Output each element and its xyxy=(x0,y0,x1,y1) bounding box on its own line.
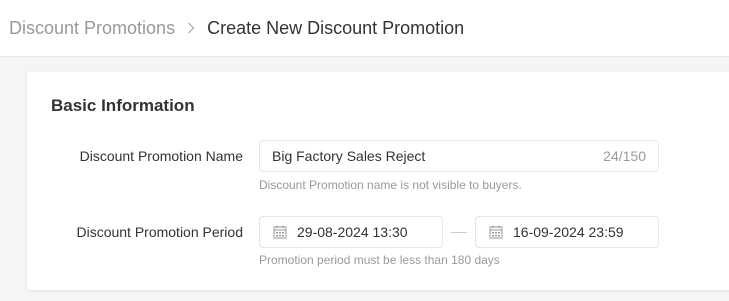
promotion-period-help: Promotion period must be less than 180 d… xyxy=(259,253,500,267)
start-date-picker[interactable]: 29-08-2024 13:30 xyxy=(259,216,443,248)
basic-information-card: Basic Information Discount Promotion Nam… xyxy=(27,72,729,290)
promotion-name-value: Big Factory Sales Reject xyxy=(272,148,426,164)
promotion-period-label: Discount Promotion Period xyxy=(76,224,243,240)
calendar-icon xyxy=(489,225,503,239)
promotion-name-help: Discount Promotion name is not visible t… xyxy=(259,178,522,192)
page-title: Create New Discount Promotion xyxy=(207,17,465,38)
start-date-value: 29-08-2024 13:30 xyxy=(297,224,408,240)
calendar-icon xyxy=(273,225,287,239)
breadcrumb: Discount Promotions Create New Discount … xyxy=(0,0,729,57)
promotion-name-label: Discount Promotion Name xyxy=(79,148,243,164)
character-counter: 24/150 xyxy=(603,148,646,164)
end-date-picker[interactable]: 16-09-2024 23:59 xyxy=(475,216,659,248)
chevron-right-icon xyxy=(187,22,195,34)
section-title: Basic Information xyxy=(51,96,195,115)
promotion-name-input[interactable]: Big Factory Sales Reject 24/150 xyxy=(259,140,659,172)
end-date-value: 16-09-2024 23:59 xyxy=(513,224,624,240)
breadcrumb-link-discount-promotions[interactable]: Discount Promotions xyxy=(9,18,175,39)
date-range-separator xyxy=(451,232,467,233)
